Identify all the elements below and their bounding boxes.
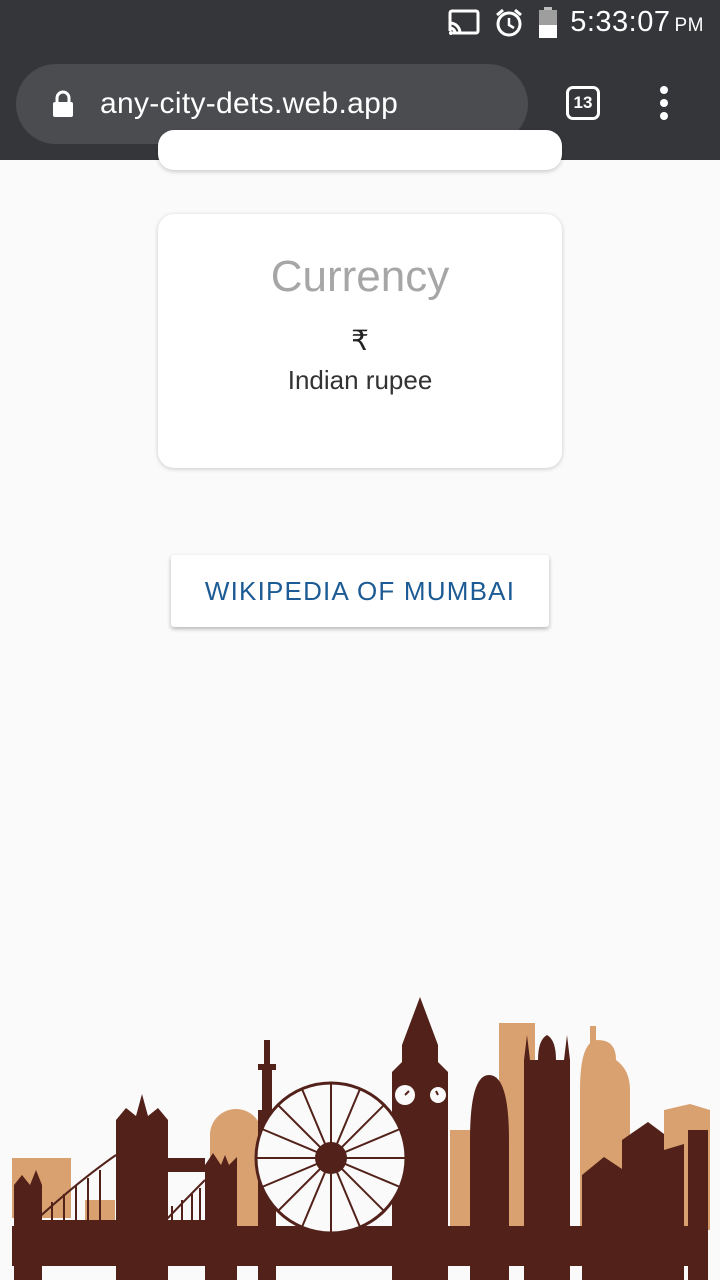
lock-icon[interactable]: [52, 90, 74, 123]
currency-symbol: ₹: [351, 325, 369, 356]
status-bar: 5:33:07 PM: [0, 0, 720, 48]
wikipedia-button[interactable]: WIKIPEDIA OF MUMBAI: [171, 555, 549, 627]
more-vert-icon[interactable]: [654, 86, 674, 126]
cast-icon: [448, 9, 480, 37]
alarm-icon: [494, 8, 524, 38]
card-title: Currency: [270, 252, 450, 301]
currency-card: Currency ₹ Indian rupee: [158, 214, 562, 468]
battery-icon: [538, 6, 558, 39]
ferris-wheel: [254, 1081, 408, 1235]
currency-name: Indian rupee: [287, 365, 433, 395]
status-time: 5:33:07 PM: [570, 6, 704, 39]
city-skyline-illustration: [12, 997, 710, 1280]
tab-switcher-button[interactable]: 13: [566, 86, 600, 120]
status-icons: 5:33:07 PM: [434, 6, 704, 39]
time-value: 5:33:07: [570, 6, 671, 38]
time-ampm: PM: [674, 15, 704, 36]
previous-card: [158, 130, 562, 170]
